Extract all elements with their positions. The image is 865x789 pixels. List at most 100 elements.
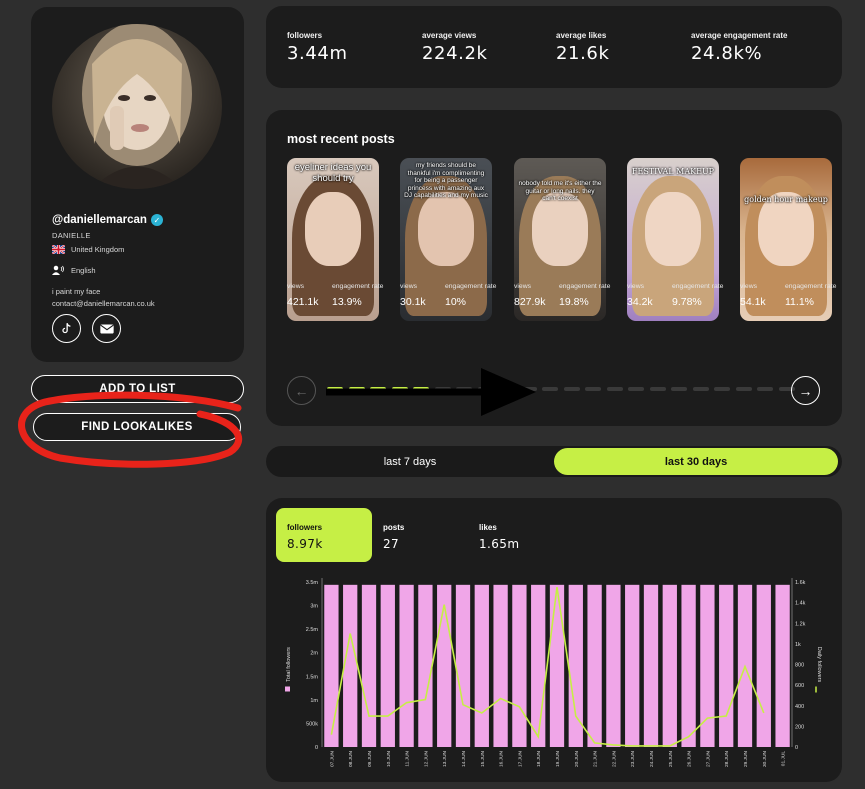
x-tick-label: 22.JUN: [611, 750, 617, 767]
chart-bar: [324, 584, 339, 747]
chart-bar: [606, 584, 621, 747]
chart-bar: [775, 584, 790, 747]
x-tick-label: 10.JUN: [386, 750, 392, 767]
country-row: United Kingdom: [52, 245, 124, 254]
uk-flag-icon: [52, 245, 65, 254]
range-last-30-days[interactable]: last 30 days: [554, 448, 838, 475]
y2-tick-label: 200: [795, 724, 804, 730]
x-tick-label: 16.JUN: [499, 750, 505, 767]
stat-average-likes: average likes 21.6k: [556, 31, 610, 64]
x-tick-label: 11.JUN: [405, 750, 411, 766]
y2-tick-label: 400: [795, 704, 804, 710]
x-tick-label: 23.JUN: [630, 750, 636, 767]
y-tick-label: 3.5m: [306, 580, 319, 586]
bio-text: i paint my face: [52, 287, 101, 296]
chart-bar: [474, 584, 489, 747]
find-lookalikes-button[interactable]: FIND LOOKALIKES: [33, 413, 241, 441]
x-tick-label: 26.JUN: [687, 750, 693, 767]
y2-tick-label: 1.6k: [795, 580, 806, 586]
x-tick-label: 09.JUN: [367, 750, 373, 767]
stat-followers: followers 3.44m: [287, 31, 348, 64]
y-tick-label: 0: [315, 745, 318, 751]
chart-bar: [493, 584, 508, 747]
y2-axis-title: Daily followers: [816, 647, 822, 683]
speaking-person-icon: [52, 265, 64, 275]
y2-tick-label: 800: [795, 663, 804, 669]
chart-bar: [756, 584, 771, 747]
y-tick-label: 1m: [310, 698, 318, 704]
x-tick-label: 21.JUN: [593, 750, 599, 767]
email-icon[interactable]: [92, 314, 121, 343]
x-tick-label: 01.JUL: [781, 751, 787, 767]
x-tick-label: 19.JUN: [555, 750, 561, 767]
x-tick-label: 17.JUN: [517, 750, 523, 767]
x-tick-label: 07.JUN: [329, 750, 335, 767]
y2-tick-label: 1.2k: [795, 621, 806, 627]
y-tick-label: 2m: [310, 651, 318, 657]
chart-bar: [549, 584, 565, 747]
x-tick-label: 14.JUN: [461, 750, 467, 767]
legend-swatch-total: [285, 686, 290, 692]
range-last-7-days[interactable]: last 7 days: [268, 448, 552, 475]
chart-bar: [625, 584, 640, 747]
chart-bar: [719, 584, 734, 747]
verified-check-icon: ✓: [150, 214, 163, 226]
stat-label: followers: [287, 31, 323, 40]
profile-handle: @daniellemarcan: [52, 214, 147, 226]
followers-chart: 0 500k 1m 1.5m 2m 2.5m 3m 3.5m 0 200 400 600 800 1k 1.…: [285, 578, 822, 767]
y-tick-label: 2.5m: [306, 627, 319, 633]
chart-bar: [380, 584, 395, 747]
chart-bar: [587, 584, 602, 747]
x-tick-label: 20.JUN: [574, 750, 580, 767]
x-tick-label: 25.JUN: [668, 750, 674, 767]
y2-tick-label: 0: [795, 745, 798, 751]
stat-value: 21.6k: [556, 43, 610, 64]
chart-bar: [437, 584, 452, 747]
chart-bar: [343, 584, 358, 747]
profile-bio: i paint my face contact@daniellemarcan.c…: [52, 286, 155, 309]
y-axis-title: Total followers: [286, 647, 292, 682]
profile-language: English: [71, 265, 96, 275]
x-tick-label: 28.JUN: [724, 750, 730, 767]
x-tick-label: 18.JUN: [536, 750, 542, 767]
avatar: [52, 24, 222, 189]
x-tick-label: 08.JUN: [348, 750, 354, 767]
chart-bar: [643, 584, 659, 747]
chart-bar: [361, 584, 377, 747]
profile-card: @daniellemarcan ✓ DANIELLE United Kingdo…: [31, 7, 244, 362]
x-tick-label: 24.JUN: [649, 750, 655, 767]
contact-email: contact@daniellemarcan.co.uk: [52, 298, 155, 308]
profile-country: United Kingdom: [71, 245, 125, 254]
recent-posts-panel: most recent posts eyeliner ideas you sho…: [266, 110, 842, 426]
x-tick-label: 15.JUN: [480, 750, 486, 767]
stats-panel: followers 3.44m average views 224.2k ave…: [266, 6, 842, 88]
x-tick-label: 12.JUN: [423, 750, 429, 767]
y2-tick-label: 1k: [795, 642, 801, 648]
daily-followers-line: [330, 587, 765, 747]
stat-value: 24.8k%: [691, 43, 763, 64]
chart-bar: [531, 584, 546, 747]
stat-label: average views: [422, 31, 477, 40]
chart-bar: [418, 584, 433, 747]
y-tick-label: 500k: [306, 721, 318, 727]
x-tick-label: 30.JUN: [762, 750, 768, 767]
x-tick-label: 13.JUN: [442, 750, 448, 767]
stat-label: average likes: [556, 31, 607, 40]
stat-value: 224.2k: [422, 43, 488, 64]
chart-bar: [512, 584, 527, 747]
language-row: English: [52, 265, 96, 275]
chart-bar: [662, 584, 677, 747]
date-range-toggle: last 7 days last 30 days: [266, 446, 842, 477]
tiktok-icon[interactable]: [52, 314, 81, 343]
add-to-list-button[interactable]: ADD TO LIST: [31, 375, 244, 403]
stat-value: 3.44m: [287, 43, 348, 64]
stat-average-views: average views 224.2k: [422, 31, 488, 64]
profile-display-name: DANIELLE: [52, 231, 91, 240]
stat-label: average engagement rate: [691, 31, 788, 40]
y2-tick-label: 600: [795, 683, 804, 689]
x-tick-label: 27.JUN: [705, 750, 711, 767]
y2-tick-label: 1.4k: [795, 601, 806, 607]
growth-chart-panel: followers 8.97k posts 27 likes 1.65m 0 50…: [266, 498, 842, 782]
chart-bar: [681, 584, 696, 747]
chart-bar: [399, 584, 414, 747]
